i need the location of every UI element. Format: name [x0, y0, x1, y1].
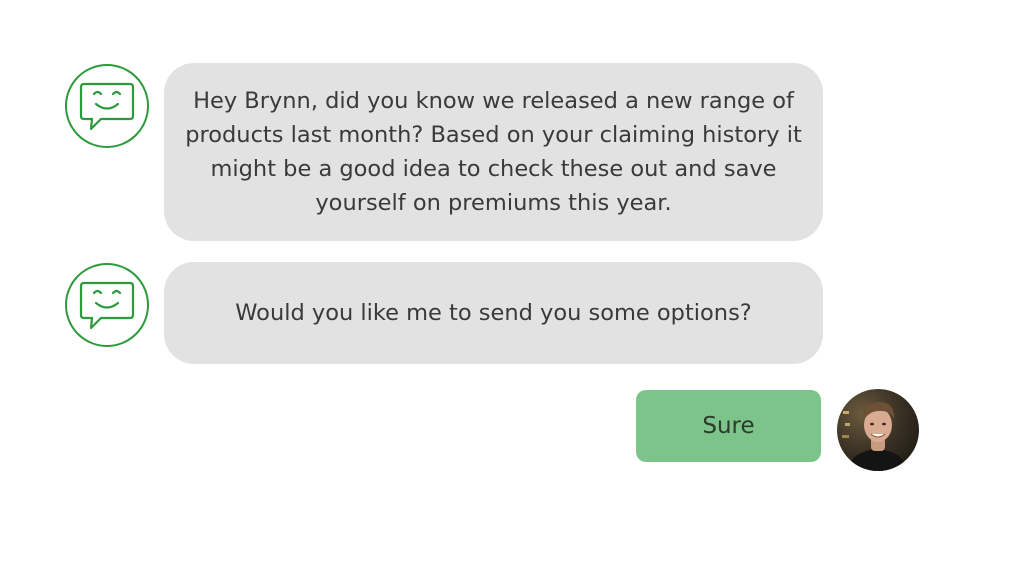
bot-message-bubble: Would you like me to send you some optio…: [164, 262, 823, 364]
bot-message-bubble: Hey Brynn, did you know we released a ne…: [164, 63, 823, 241]
user-reply-button[interactable]: Sure: [636, 390, 821, 462]
smiley-chat-icon: [79, 82, 135, 131]
bot-message-text: Would you like me to send you some optio…: [235, 300, 752, 326]
bot-message-text: Hey Brynn, did you know we released a ne…: [185, 88, 802, 216]
smiley-chat-icon: [79, 281, 135, 330]
user-photo: [837, 389, 919, 471]
user-avatar: [837, 389, 919, 471]
bot-avatar: [65, 263, 149, 347]
user-reply-label: Sure: [702, 413, 755, 439]
bot-avatar: [65, 64, 149, 148]
